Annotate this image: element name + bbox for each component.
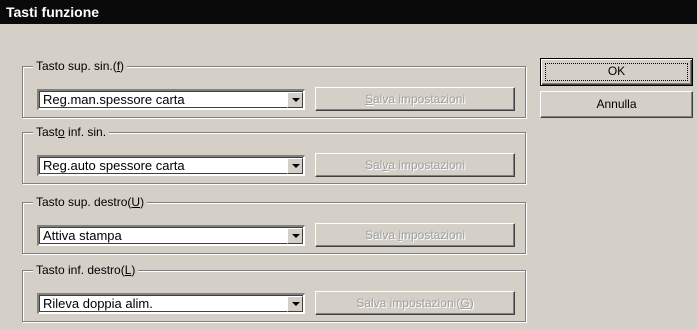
lower-right-key-select[interactable]: Rileva doppia alim. xyxy=(37,293,305,314)
dropdown-button[interactable] xyxy=(287,296,303,312)
save-settings-button[interactable]: Salva impostazioni(G) xyxy=(315,291,515,315)
dialog-title: Tasti funzione xyxy=(0,0,697,24)
chevron-down-icon xyxy=(292,302,300,306)
group-upper-left-key: Tasto sup. sin.(f) Reg.man.spessore cart… xyxy=(22,58,526,118)
group-label: Tasto inf. destro(L) xyxy=(33,262,139,278)
select-value: Attiva stampa xyxy=(43,228,122,243)
group-label: Tasto sup. destro(U) xyxy=(33,194,148,210)
chevron-down-icon xyxy=(292,164,300,168)
dropdown-button[interactable] xyxy=(287,228,303,244)
group-lower-left-key: Tasto inf. sin. Reg.auto spessore carta … xyxy=(22,124,526,184)
cancel-button[interactable]: Annulla xyxy=(540,91,693,118)
group-label: Tasto sup. sin.(f) xyxy=(33,58,128,74)
upper-left-key-select[interactable]: Reg.man.spessore carta xyxy=(37,89,305,110)
save-settings-button[interactable]: Salva impostazioni xyxy=(315,223,515,247)
upper-right-key-select[interactable]: Attiva stampa xyxy=(37,225,305,246)
chevron-down-icon xyxy=(292,98,300,102)
save-settings-button[interactable]: Salva impostazioni xyxy=(315,153,515,177)
dropdown-button[interactable] xyxy=(287,158,303,174)
group-upper-right-key: Tasto sup. destro(U) Attiva stampa Salva… xyxy=(22,194,526,254)
save-settings-button[interactable]: Salva impostazioni xyxy=(315,87,515,111)
select-value: Rileva doppia alim. xyxy=(43,296,153,311)
group-lower-right-key: Tasto inf. destro(L) Rileva doppia alim.… xyxy=(22,262,526,322)
dropdown-button[interactable] xyxy=(287,92,303,108)
lower-left-key-select[interactable]: Reg.auto spessore carta xyxy=(37,155,305,176)
chevron-down-icon xyxy=(292,234,300,238)
ok-button[interactable]: OK xyxy=(540,58,693,86)
select-value: Reg.auto spessore carta xyxy=(43,158,185,173)
function-keys-dialog: Tasti funzione Tasto sup. sin.(f) Reg.ma… xyxy=(0,0,697,329)
select-value: Reg.man.spessore carta xyxy=(43,92,185,107)
group-label: Tasto inf. sin. xyxy=(33,124,110,140)
